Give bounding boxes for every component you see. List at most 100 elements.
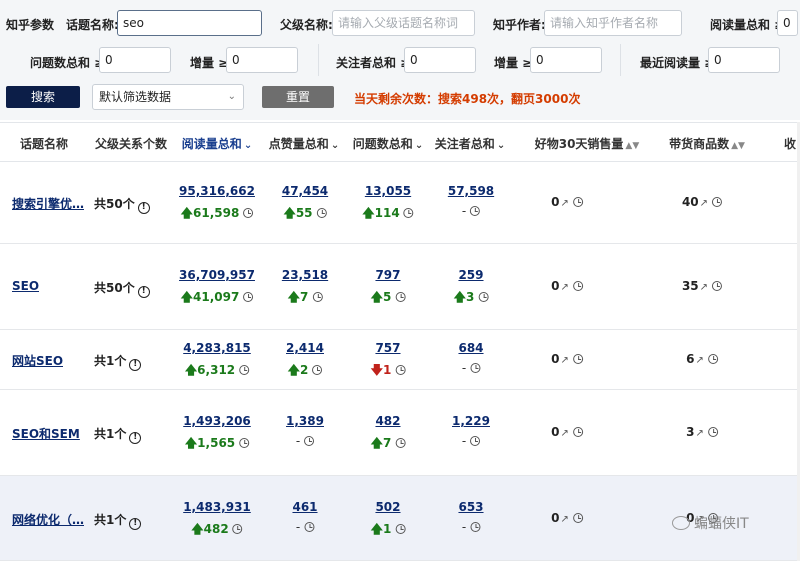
follower-delta-text: - [461, 520, 467, 534]
history-clock-icon[interactable] [312, 365, 323, 375]
topic-link[interactable]: SEO [12, 279, 39, 293]
topic-link[interactable]: SEO和SEM [12, 425, 80, 442]
like-value-link[interactable]: 461 [292, 500, 317, 514]
read-value-link[interactable]: 36,709,957 [179, 268, 255, 282]
history-clock-icon[interactable] [304, 522, 315, 532]
question-delta: 🡅5 [371, 288, 406, 309]
question-total-input[interactable]: 0 [99, 47, 171, 73]
like-value-link[interactable]: 1,389 [286, 414, 324, 428]
col-goods-count[interactable]: 带货商品数 ▲▼ [669, 135, 745, 152]
topic-name-input[interactable]: seo [117, 10, 262, 36]
col-question-total[interactable]: 问题数总和 ⌄ [353, 135, 423, 152]
question-value-link[interactable]: 757 [371, 341, 406, 355]
parent-count: 共1个! [94, 352, 142, 371]
history-clock-icon[interactable] [707, 427, 718, 437]
trend-chart-icon[interactable]: ↗ [560, 198, 568, 209]
history-clock-icon[interactable] [395, 365, 406, 375]
question-value-link[interactable]: 13,055 [362, 184, 413, 198]
arrow-up-icon: 🡅 [370, 436, 383, 450]
filter-preset-select[interactable]: 默认筛选数据 ⌄ [92, 84, 244, 110]
history-clock-icon[interactable] [316, 208, 327, 218]
col-like-total[interactable]: 点赞量总和 ⌄ [269, 135, 339, 152]
history-clock-icon[interactable] [478, 292, 489, 302]
follower-delta-text: - [461, 361, 467, 375]
info-icon[interactable]: ! [129, 359, 142, 371]
search-button[interactable]: 搜索 [6, 86, 80, 108]
follower-value-link[interactable]: 1,229 [452, 414, 490, 428]
follower-total-input[interactable]: 0 [404, 47, 476, 73]
like-value-link[interactable]: 2,414 [286, 341, 324, 355]
trend-chart-icon[interactable]: ↗ [560, 514, 568, 525]
trend-chart-icon[interactable]: ↗ [700, 282, 708, 293]
question-cell: 13,055 🡅114 [362, 184, 414, 225]
question-value-link[interactable]: 797 [371, 268, 406, 282]
col-follower-total[interactable]: 关注者总和 ⌄ [435, 135, 505, 152]
trend-chart-icon[interactable]: ↗ [560, 282, 568, 293]
arrow-up-icon: 🡅 [180, 206, 194, 220]
trend-chart-icon[interactable]: ↗ [560, 355, 568, 366]
col-parent-count: 父级关系个数 [94, 137, 168, 151]
history-clock-icon[interactable] [572, 281, 583, 291]
topic-link[interactable]: 网站SEO [12, 352, 63, 369]
history-clock-icon[interactable] [572, 427, 583, 437]
read-value-link[interactable]: 1,483,931 [183, 500, 251, 514]
history-clock-icon[interactable] [572, 197, 583, 207]
parent-name-input[interactable]: 请输入父级话题名称词 [332, 10, 475, 36]
like-value-link[interactable]: 23,518 [282, 268, 328, 282]
question-value-link[interactable]: 482 [371, 414, 406, 428]
follower-value-link[interactable]: 259 [454, 268, 489, 282]
history-clock-icon[interactable] [572, 354, 583, 364]
history-clock-icon[interactable] [312, 292, 323, 302]
history-clock-icon[interactable] [304, 436, 315, 446]
history-clock-icon[interactable] [395, 292, 406, 302]
history-clock-icon[interactable] [707, 354, 718, 364]
col-goods-30d[interactable]: 好物30天销售量 ▲▼ [535, 135, 640, 152]
history-clock-icon[interactable] [470, 363, 481, 373]
like-value-link[interactable]: 47,454 [282, 184, 328, 198]
history-clock-icon[interactable] [395, 524, 406, 534]
history-clock-icon[interactable] [239, 438, 250, 448]
topic-name-label: 话题名称: [66, 18, 119, 32]
col-read-total[interactable]: 阅读量总和 ⌄ [182, 135, 252, 152]
question-value-link[interactable]: 502 [371, 500, 406, 514]
topic-link[interactable]: 搜索引擎优… [12, 195, 84, 212]
history-clock-icon[interactable] [239, 365, 250, 375]
trend-chart-icon[interactable]: ↗ [695, 355, 703, 366]
follower-increase-input[interactable]: 0 [530, 47, 602, 73]
chevron-down-icon: ⌄ [243, 140, 253, 151]
history-clock-icon[interactable] [243, 292, 254, 302]
info-icon[interactable]: ! [137, 286, 150, 298]
follower-value-link[interactable]: 57,598 [448, 184, 494, 198]
follower-value-link[interactable]: 653 [458, 500, 483, 514]
trend-chart-icon[interactable]: ↗ [560, 428, 568, 439]
history-clock-icon[interactable] [712, 281, 723, 291]
history-clock-icon[interactable] [572, 513, 583, 523]
trend-chart-icon[interactable]: ↗ [695, 428, 703, 439]
history-clock-icon[interactable] [470, 522, 481, 532]
read-value-link[interactable]: 1,493,206 [183, 414, 251, 428]
info-icon[interactable]: ! [129, 518, 142, 530]
reset-button[interactable]: 重置 [262, 86, 334, 108]
follower-total-label: 关注者总和 ≥ [336, 56, 411, 70]
author-input[interactable]: 请输入知乎作者名称 [544, 10, 682, 36]
history-clock-icon[interactable] [470, 206, 481, 216]
read-total-input[interactable]: 0 [777, 10, 798, 36]
follower-value-link[interactable]: 684 [458, 341, 483, 355]
goods30-cell-value: 0 [551, 352, 560, 366]
history-clock-icon[interactable] [470, 436, 481, 446]
history-clock-icon[interactable] [395, 438, 406, 448]
recent-read-input[interactable]: 0 [708, 47, 780, 73]
history-clock-icon[interactable] [232, 524, 243, 534]
trend-chart-icon[interactable]: ↗ [700, 198, 708, 209]
info-icon[interactable]: ! [137, 202, 150, 214]
history-clock-icon[interactable] [243, 208, 254, 218]
question-delta-text: 1 [382, 363, 392, 377]
question-increase-input[interactable]: 0 [226, 47, 298, 73]
history-clock-icon[interactable] [403, 208, 414, 218]
topic-link[interactable]: 网络优化（… [12, 511, 84, 528]
read-value-link[interactable]: 4,283,815 [183, 341, 251, 355]
history-clock-icon[interactable] [712, 197, 723, 207]
info-icon[interactable]: ! [129, 432, 142, 444]
read-value-link[interactable]: 95,316,662 [179, 184, 255, 198]
chevron-down-icon: ⌄ [330, 140, 340, 151]
